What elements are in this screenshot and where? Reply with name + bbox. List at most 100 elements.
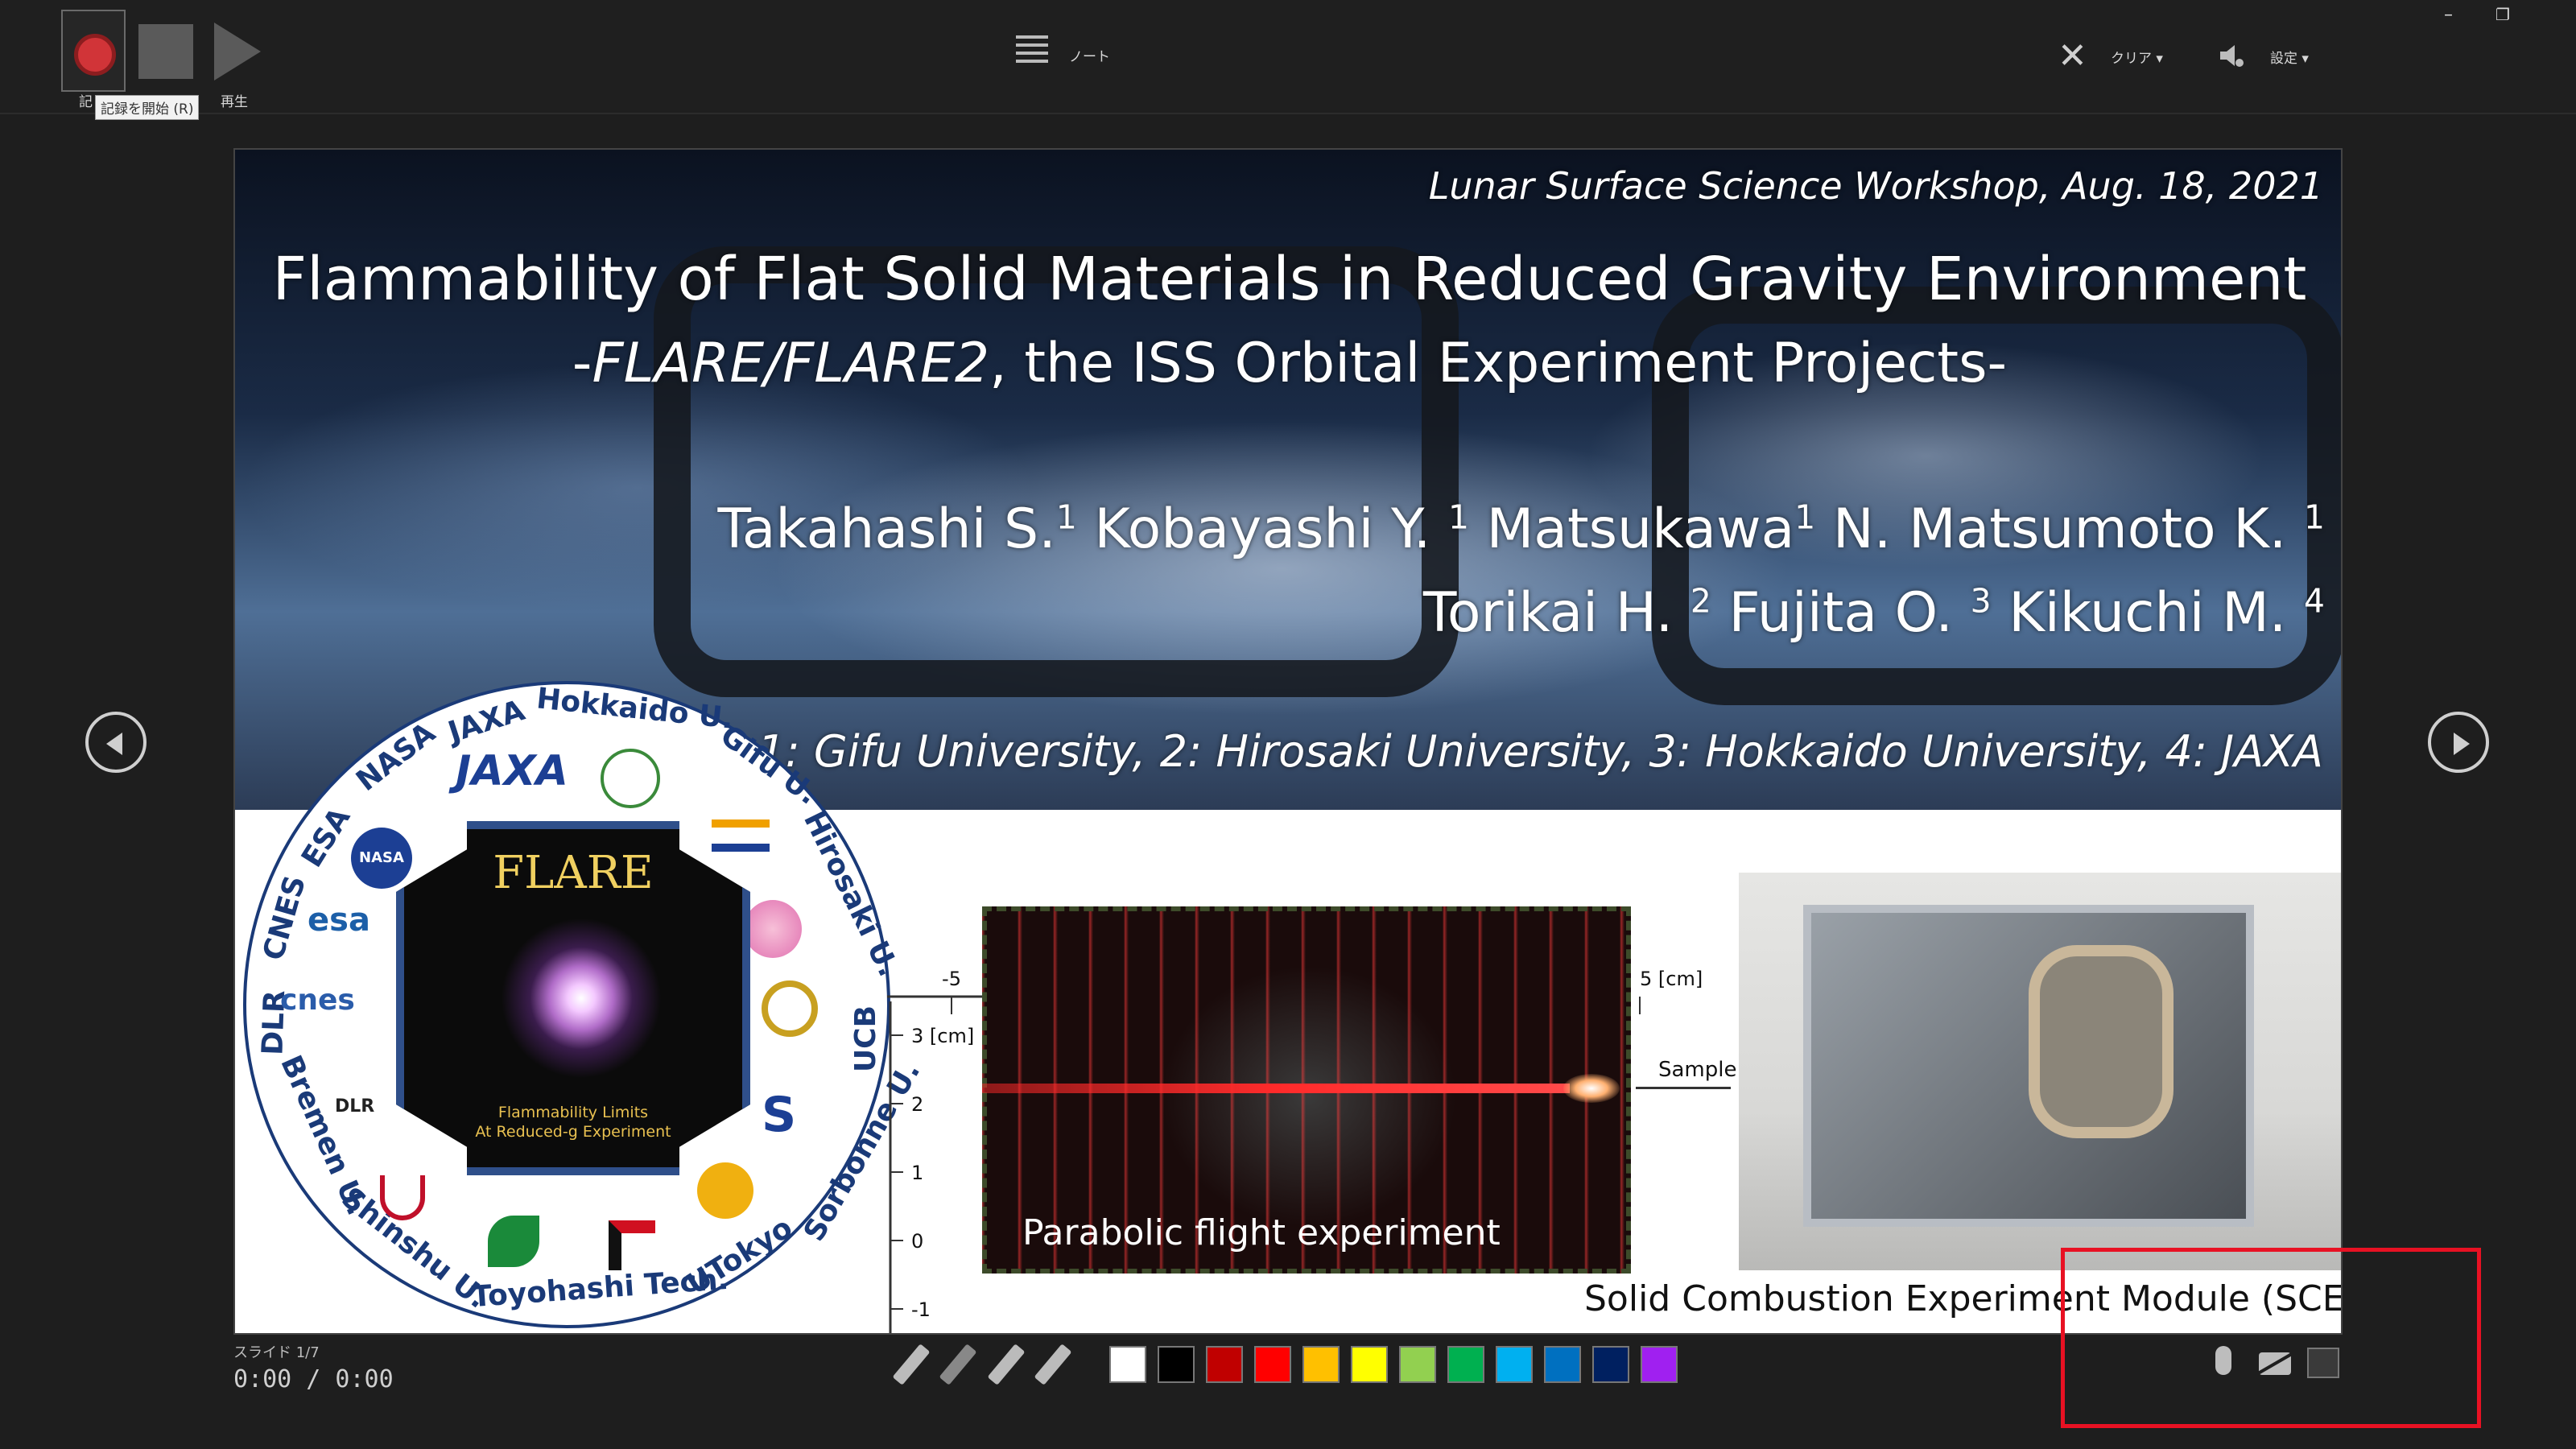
author-name: Matsukawa xyxy=(1468,497,1795,561)
clear-button[interactable]: ✕ xyxy=(2058,39,2087,74)
ucb-logo xyxy=(762,980,818,1037)
window-frame xyxy=(654,246,1459,697)
ink-color-swatch[interactable] xyxy=(1109,1346,1146,1383)
flare-team-logo: JAXA Hokkaido U. Gifu U. Hirosaki U. UCB… xyxy=(243,681,927,1328)
play-label: 再生 xyxy=(221,94,248,110)
ink-color-swatch[interactable] xyxy=(1496,1346,1533,1383)
stop-button[interactable] xyxy=(138,24,193,79)
author-affiliation: 1 xyxy=(1055,497,1077,537)
shinshu-logo xyxy=(488,1216,539,1267)
scem-hatch xyxy=(2029,945,2174,1138)
affiliations: 1: Gifu University, 2: Hirosaki Universi… xyxy=(758,726,2323,777)
flare-wordmark: FLARE xyxy=(493,847,654,899)
record-tooltip: 記録を開始 (R) xyxy=(95,95,200,120)
cnes-logo: cnes xyxy=(280,984,355,1017)
settings-label[interactable]: 設定 ▾ xyxy=(2270,47,2309,67)
author-affiliation: 1 xyxy=(1794,497,1816,537)
sample-label: Sample xyxy=(1658,1058,1737,1082)
laser-pointer-icon[interactable] xyxy=(892,1344,931,1385)
author-name: Fujita O. xyxy=(1711,581,1971,645)
toyohashi-logo xyxy=(609,1220,655,1270)
flare-tagline: Flammability Limits At Reduced-g Experime… xyxy=(404,1103,742,1141)
gifu-logo xyxy=(712,819,770,852)
ink-color-swatch[interactable] xyxy=(1254,1346,1291,1383)
hokkaido-logo xyxy=(601,749,660,808)
nasa-logo: NASA xyxy=(351,828,412,889)
hirosaki-logo xyxy=(744,900,802,958)
author-name: N. Matsumoto K. xyxy=(1815,497,2305,561)
record-icon xyxy=(74,34,116,76)
utokyo-logo xyxy=(697,1162,753,1219)
flame-front xyxy=(1563,1074,1620,1103)
notes-icon xyxy=(1016,35,1048,72)
slide-counter: スライド 1/7 xyxy=(233,1344,320,1361)
author-affiliation: 3 xyxy=(1970,581,1992,621)
authors-line-1: Takahashi S.1 Kobayashi Y. 1 Matsukawa1 … xyxy=(717,497,2325,561)
ink-color-swatch[interactable] xyxy=(1158,1346,1195,1383)
chevron-right-icon xyxy=(2454,733,2470,755)
logo-label-jaxa: JAXA xyxy=(444,694,529,749)
x-tick-label: 5 [cm] xyxy=(1640,968,1703,990)
author-name: Kikuchi M. xyxy=(1991,581,2305,645)
clear-label[interactable]: クリア ▾ xyxy=(2111,47,2163,67)
subtitle-project: FLARE/FLARE2 xyxy=(592,332,990,395)
slide-canvas: Lunar Surface Science Workshop, Aug. 18,… xyxy=(233,148,2343,1335)
flame-burst-graphic xyxy=(501,918,662,1079)
x-tick-label: -5 xyxy=(942,968,961,990)
play-button[interactable] xyxy=(214,23,261,80)
ink-color-swatch[interactable] xyxy=(1641,1346,1678,1383)
y-tick-label: 3 [cm] xyxy=(911,1025,974,1047)
highlighter-icon[interactable] xyxy=(1034,1344,1072,1385)
settings-button[interactable] xyxy=(2217,42,2244,72)
y-tick-label: 2 xyxy=(911,1093,923,1116)
ink-color-swatch[interactable] xyxy=(1592,1346,1629,1383)
speaker-settings-icon xyxy=(2220,45,2244,67)
ink-color-swatch[interactable] xyxy=(1351,1346,1388,1383)
record-label: 記 xyxy=(79,94,93,110)
logo-label-cnes: CNES xyxy=(257,872,313,964)
author-name: Kobayashi Y. xyxy=(1076,497,1449,561)
eraser-icon[interactable] xyxy=(939,1344,977,1385)
pen-icon[interactable] xyxy=(987,1344,1026,1385)
author-affiliation: 1 xyxy=(2304,497,2325,537)
ink-color-swatch[interactable] xyxy=(1544,1346,1581,1383)
record-button[interactable] xyxy=(61,10,126,92)
flare-tagline-line1: Flammability Limits xyxy=(497,1104,649,1121)
y-tick-label: -1 xyxy=(911,1298,931,1321)
slide-subtitle: -FLARE/FLARE2, the ISS Orbital Experimen… xyxy=(235,332,2341,395)
y-tick-label: 1 xyxy=(911,1162,923,1184)
author-affiliation: 4 xyxy=(2304,581,2325,621)
subtitle-rest: , the ISS Orbital Experiment Projects- xyxy=(989,332,2008,395)
ink-color-swatch[interactable] xyxy=(1302,1346,1340,1383)
y-tick-label: 0 xyxy=(911,1230,923,1253)
flare-tagline-line2: At Reduced-g Experiment xyxy=(475,1123,671,1141)
close-icon: ✕ xyxy=(2058,35,2087,76)
logo-label-ucb: UCB xyxy=(849,1005,883,1073)
ink-color-swatch[interactable] xyxy=(1447,1346,1484,1383)
author-name: Takahashi S. xyxy=(717,497,1056,561)
flare-badge: FLARE Flammability Limits At Reduced-g Ex… xyxy=(396,821,750,1175)
jaxa-logo: JAXA xyxy=(456,747,568,795)
esa-logo: esa xyxy=(308,902,370,939)
notes-label: ノート xyxy=(1069,49,1110,65)
authors-line-2: Torikai H. 2 Fujita O. 3 Kikuchi M. 4 xyxy=(1423,581,2325,645)
workshop-label: Lunar Surface Science Workshop, Aug. 18,… xyxy=(1428,164,2323,208)
flame-spread-line xyxy=(982,1084,1570,1093)
author-name: Torikai H. xyxy=(1422,581,1690,645)
recording-toolbar: 記 再生 記録を開始 (R) ノート ✕ クリア ▾ 設定 ▾ – ❐ xyxy=(0,0,2576,120)
next-slide-button[interactable] xyxy=(2428,712,2489,773)
restore-button[interactable]: ❐ xyxy=(2496,5,2510,24)
scem-photo xyxy=(1739,873,2341,1270)
slide-title: Flammability of Flat Solid Materials in … xyxy=(272,245,2307,314)
ink-color-swatch[interactable] xyxy=(1206,1346,1243,1383)
previous-slide-button[interactable] xyxy=(85,712,147,773)
chevron-left-icon xyxy=(106,733,122,755)
bremen-logo xyxy=(380,1175,425,1220)
dlr-logo: DLR xyxy=(335,1096,375,1117)
sorbonne-logo: S xyxy=(762,1087,797,1143)
ink-color-swatch[interactable] xyxy=(1399,1346,1436,1383)
minimize-button[interactable]: – xyxy=(2444,5,2453,25)
author-affiliation: 1 xyxy=(1448,497,1469,537)
recording-timer: 0:00 / 0:00 xyxy=(233,1365,394,1393)
red-highlight-box xyxy=(2061,1248,2481,1428)
